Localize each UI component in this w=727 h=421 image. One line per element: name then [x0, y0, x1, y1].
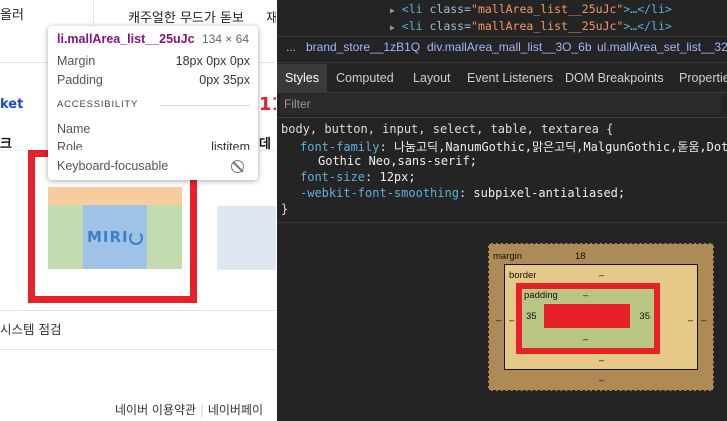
expand-triangle-icon[interactable]: ▶	[390, 6, 395, 15]
boxmodel-border[interactable]: border – – – – padding – 35 35 –	[504, 264, 698, 370]
boxmodel-border-right: –	[687, 315, 693, 326]
boxmodel-margin-right: –	[700, 315, 706, 326]
divider	[277, 36, 727, 37]
system-maintenance-text[interactable]: 시스템 점검	[0, 319, 61, 338]
css-selector[interactable]: body, button, input, select, table, text…	[281, 122, 613, 136]
tab-styles[interactable]: Styles	[277, 64, 327, 92]
divider	[0, 310, 276, 311]
promo-text-right[interactable]: 재	[266, 7, 276, 26]
boxmodel-content[interactable]	[544, 304, 630, 328]
expand-triangle-icon[interactable]: ▶	[390, 23, 395, 32]
boxmodel-padding-left: 35	[526, 311, 537, 322]
boxmodel-padding-right: 35	[639, 311, 650, 322]
tooltip-size: 134 × 64	[201, 32, 249, 46]
top-left-text: 올러	[0, 8, 24, 23]
breadcrumb-item[interactable]: ul.mallArea_set_list__320	[597, 40, 727, 54]
dom-node[interactable]: ▶ <li class="mallArea_list__25uJc">…</li…	[390, 19, 672, 33]
breadcrumb-item[interactable]: div.mallArea_mall_list__3O_6b	[427, 40, 592, 54]
boxmodel-margin-top: 18	[575, 251, 586, 262]
boxmodel-padding-label: padding	[524, 290, 558, 301]
boxmodel-margin-left: –	[496, 315, 502, 326]
tooltip-padding-label: Padding	[57, 73, 103, 87]
inspect-tooltip: li.mallArea_list__25uJc 134 × 64 Margin …	[48, 26, 258, 180]
tooltip-accessibility-heading: ACCESSIBILITY	[57, 99, 139, 110]
boxmodel-padding-top: –	[583, 290, 589, 301]
tab-layout[interactable]: Layout	[413, 64, 451, 92]
footer-links: 네이버 이용약관 | 네이버페이	[115, 401, 263, 418]
boxmodel-border-top: –	[599, 270, 605, 281]
dom-node[interactable]: ▶ <li class="mallArea_list__25uJc">…</li…	[390, 2, 672, 16]
tooltip-element-name: li.mallArea_list__25uJc	[57, 32, 195, 46]
tooltip-keyboard-label: Keyboard-focusable	[57, 159, 169, 173]
divider	[277, 222, 727, 223]
tooltip-keyboard-row: Keyboard-focusable	[57, 159, 250, 173]
css-declaration-font-size[interactable]: font-size: 12px;	[300, 170, 416, 184]
tooltip-name-row: Name	[57, 122, 250, 136]
css-rule-close: }	[281, 202, 289, 216]
market-text[interactable]: ket	[0, 97, 23, 112]
divider	[160, 105, 250, 106]
tooltip-padding-row: Padding 0px 35px	[57, 73, 250, 87]
tab-dom-breakpoints[interactable]: DOM Breakpoints	[565, 64, 664, 92]
boxmodel-margin[interactable]: margin 18 – – – border – – – – padding –…	[488, 243, 714, 391]
filter-input[interactable]: Filter	[280, 94, 721, 115]
boxmodel-padding[interactable]: padding – 35 35 –	[516, 283, 660, 354]
divider	[277, 92, 727, 93]
devtools-panel: ▶ <li class="mallArea_list__25uJc">…</li…	[277, 0, 727, 421]
tooltip-role-label: Role	[57, 140, 83, 150]
tooltip-padding-value: 0px 35px	[199, 73, 250, 87]
breadcrumb-item[interactable]: brand_store__1zB1Q	[306, 40, 420, 54]
not-focusable-icon	[231, 160, 244, 173]
divider	[0, 349, 276, 350]
boxmodel-margin-label: margin	[493, 251, 523, 262]
price-partial: 11	[259, 94, 276, 115]
boxmodel-margin-bottom: –	[599, 375, 605, 386]
tooltip-margin-value: 18px 0px 0px	[175, 54, 250, 68]
css-declaration-font-smoothing[interactable]: -webkit-font-smoothing: subpixel-antiali…	[300, 186, 625, 200]
divider	[277, 117, 727, 118]
tab-properties[interactable]: Properties	[679, 64, 727, 92]
footer-pay-link[interactable]: 네이버페이	[208, 403, 263, 417]
footer-separator: |	[199, 403, 204, 417]
filter-placeholder: Filter	[284, 97, 311, 111]
tooltip-name-label: Name	[57, 122, 91, 136]
tooltip-margin-row: Margin 18px 0px 0px	[57, 54, 250, 68]
boxmodel-border-bottom: –	[599, 355, 605, 366]
css-declaration-continuation: Gothic Neo,sans-serif;	[318, 154, 477, 168]
css-declaration-font-family[interactable]: font-family: 나눔고딕,NanumGothic,맑은고딕,Malgu…	[300, 138, 727, 155]
tab-computed[interactable]: Computed	[336, 64, 394, 92]
tooltip-margin-label: Margin	[57, 54, 96, 68]
boxmodel-padding-bottom: –	[583, 334, 589, 345]
breadcrumb-ellipsis[interactable]: ...	[286, 40, 296, 54]
footer-terms-link[interactable]: 네이버 이용약관	[115, 403, 196, 417]
divider	[277, 62, 727, 63]
tab-event-listeners[interactable]: Event Listeners	[467, 64, 553, 92]
mall-logo-item[interactable]	[217, 206, 276, 270]
promo-text[interactable]: 캐주얼한 무드가 돋보	[128, 7, 244, 26]
tooltip-role-row: Role listitem	[57, 140, 250, 150]
boxmodel-border-label: border	[509, 270, 537, 281]
boxmodel-border-left: –	[509, 315, 515, 326]
tooltip-role-value: listitem	[211, 140, 250, 150]
